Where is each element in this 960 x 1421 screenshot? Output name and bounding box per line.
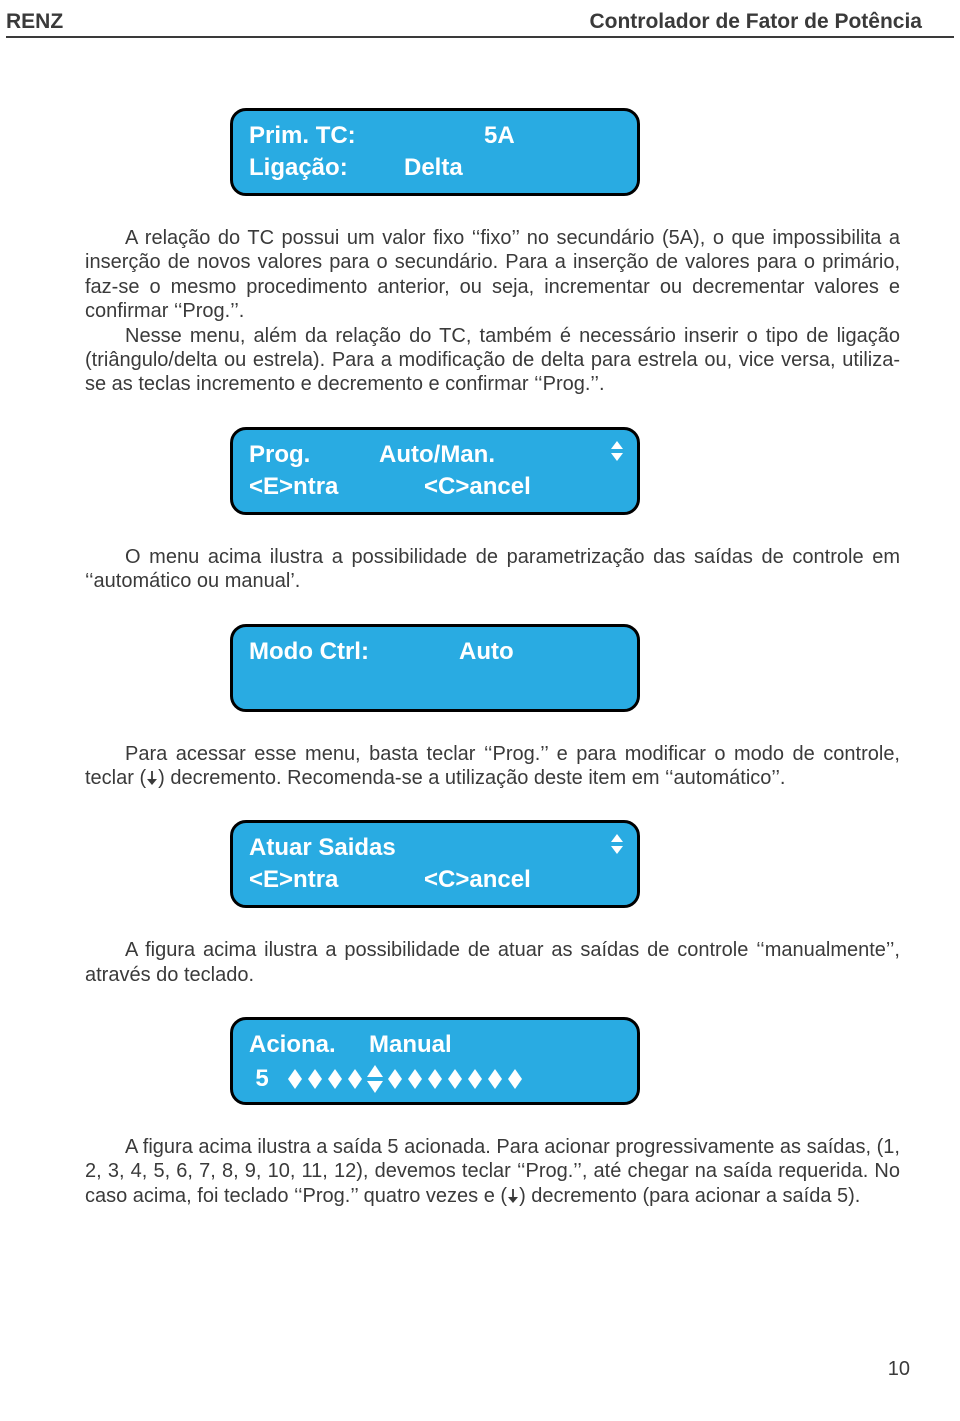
paragraph-text: A relação do TC possui um valor fixo ‘‘f… (85, 227, 900, 322)
lcd-label: Modo Ctrl: (249, 638, 459, 666)
output-indicator-icon (445, 1067, 465, 1091)
output-indicator-icon (405, 1067, 425, 1091)
output-indicator-track (285, 1067, 525, 1091)
paragraph: A relação do TC possui um valor fixo ‘‘f… (85, 226, 900, 397)
lcd-value: <C>ancel (424, 473, 531, 501)
lcd-display-atuar-saidas: Atuar Saidas <E>ntra <C>ancel (230, 820, 640, 908)
output-indicator-icon (465, 1067, 485, 1091)
output-number: 5 (249, 1065, 275, 1093)
lcd-label: Prim. TC: (249, 122, 404, 150)
paragraph-text: ) decremento. Recomenda-se a utilização … (158, 767, 785, 789)
lcd-value: <C>ancel (424, 866, 531, 894)
updown-arrows-icon (611, 834, 623, 854)
down-arrow-icon (146, 770, 158, 786)
output-indicator-icon (505, 1067, 525, 1091)
lcd-label: Ligação: (249, 154, 404, 182)
paragraph-text: A figura acima ilustra a possibilidade d… (85, 939, 900, 985)
output-indicator-icon (485, 1067, 505, 1091)
output-indicator-icon (285, 1067, 305, 1091)
paragraph: O menu acima ilustra a possibilidade de … (85, 545, 900, 594)
lcd-label: <E>ntra (249, 866, 424, 894)
output-indicator-icon (345, 1067, 365, 1091)
lcd-value: Delta (404, 154, 463, 182)
paragraph: A figura acima ilustra a saída 5 acionad… (85, 1135, 900, 1208)
output-indicator-icon (325, 1067, 345, 1091)
page-number: 10 (888, 1358, 910, 1381)
updown-arrows-icon (611, 441, 623, 461)
lcd-value: 5A (484, 122, 515, 150)
page-header: RENZ Controlador de Fator de Potência (0, 0, 960, 36)
lcd-value: Auto (459, 638, 514, 666)
lcd-display-prim-tc: Prim. TC: 5A Ligação: Delta (230, 108, 640, 196)
paragraph: A figura acima ilustra a possibilidade d… (85, 938, 900, 987)
doc-title: Controlador de Fator de Potência (589, 10, 922, 34)
lcd-label: <E>ntra (249, 473, 424, 501)
lcd-display-prog-automan: Prog. Auto/Man. <E>ntra <C>ancel (230, 427, 640, 515)
output-indicator-icon (365, 1067, 385, 1091)
lcd-label: Atuar Saidas (249, 834, 396, 862)
lcd-value: Manual (369, 1031, 452, 1059)
brand: RENZ (6, 10, 63, 34)
paragraph-text: O menu acima ilustra a possibilidade de … (85, 546, 900, 592)
lcd-display-aciona-manual: Aciona. Manual 5 (230, 1017, 640, 1105)
output-indicator-icon (305, 1067, 325, 1091)
paragraph-text: Nesse menu, além da relação do TC, també… (85, 325, 900, 396)
paragraph-text: ) decremento (para acionar a saída 5). (519, 1185, 860, 1207)
down-arrow-icon (507, 1188, 519, 1204)
output-indicator-icon (385, 1067, 405, 1091)
lcd-value: Auto/Man. (379, 441, 495, 469)
lcd-label: Aciona. (249, 1031, 369, 1059)
lcd-label: Prog. (249, 441, 379, 469)
output-indicator-icon (425, 1067, 445, 1091)
paragraph: Para acessar esse menu, basta teclar ‘‘P… (85, 742, 900, 791)
lcd-display-modo-ctrl: Modo Ctrl: Auto (230, 624, 640, 712)
